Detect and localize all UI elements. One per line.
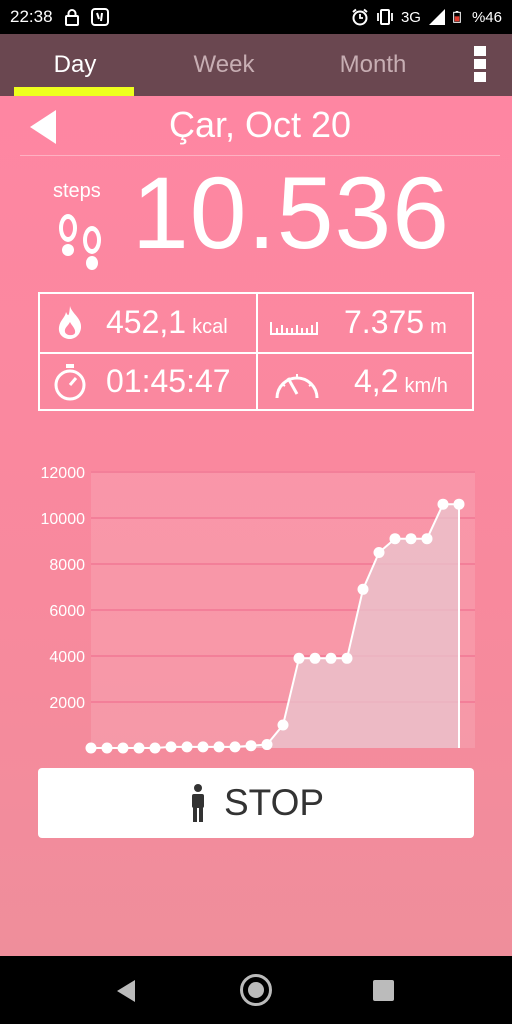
data-point — [421, 533, 433, 545]
data-point — [133, 742, 145, 754]
data-point — [261, 739, 273, 751]
data-point — [341, 652, 353, 664]
data-point — [245, 740, 257, 752]
clock: 22:38 — [10, 7, 53, 26]
app-notification-icon — [90, 8, 109, 26]
stopwatch-icon — [54, 364, 86, 401]
network-type: 3G — [400, 8, 421, 26]
speedometer-icon — [275, 374, 319, 399]
data-point — [453, 498, 465, 510]
data-point — [117, 742, 129, 754]
steps-count: 10.536 — [132, 156, 450, 270]
date-row: Çar, Oct 20 — [20, 96, 500, 156]
data-point — [293, 652, 305, 664]
stop-button-label: STOP — [223, 782, 325, 823]
y-tick-label: 4000 — [49, 649, 85, 666]
walking-person-icon — [191, 784, 204, 822]
flame-icon — [58, 306, 82, 339]
data-point — [165, 741, 177, 753]
navigation-bar — [0, 956, 512, 1024]
data-point — [357, 583, 369, 595]
data-point — [373, 547, 385, 558]
footprints-icon — [59, 214, 101, 270]
tab-day[interactable]: Day — [0, 34, 150, 96]
stop-button[interactable]: STOP — [38, 768, 474, 838]
y-tick-label: 2000 — [49, 695, 85, 712]
battery-icon — [453, 11, 461, 23]
lock-icon — [64, 9, 79, 26]
back-icon[interactable] — [117, 980, 135, 1002]
overflow-menu-icon[interactable] — [474, 46, 488, 82]
alarm-icon — [352, 8, 368, 26]
vibrate-icon — [377, 9, 393, 25]
steps-label: steps — [53, 180, 101, 202]
status-bar: 22:38 3G %46 — [0, 0, 512, 34]
tab-week[interactable]: Week — [150, 34, 298, 96]
signal-icon — [428, 9, 445, 25]
data-point — [181, 741, 193, 753]
y-tick-label: 6000 — [49, 603, 85, 620]
hourly-steps-chart: 2000400060008000100001200024681012141618… — [41, 465, 475, 754]
data-point — [405, 533, 417, 545]
recent-apps-icon[interactable] — [373, 980, 394, 1001]
data-point — [213, 741, 225, 753]
stats-grid: 452,1 kcal 7.375 m 01:45:47 4,2 km/h — [38, 292, 474, 411]
data-point — [309, 652, 321, 664]
battery-level: %46 — [471, 8, 502, 26]
speed-stat: 4,2 km/h — [354, 363, 448, 399]
period-tabs: Day Week Month — [0, 34, 512, 96]
data-point — [85, 742, 97, 754]
y-tick-label: 10000 — [41, 511, 86, 528]
distance-stat: 7.375 m — [344, 304, 447, 340]
date-title: Çar, Oct 20 — [168, 104, 352, 145]
home-icon[interactable] — [240, 974, 272, 1006]
data-point — [389, 533, 401, 545]
data-point — [101, 742, 113, 754]
data-point — [437, 498, 449, 510]
ruler-icon — [270, 322, 318, 335]
calories-stat: 452,1 kcal — [106, 304, 228, 340]
data-point — [149, 742, 161, 754]
duration-stat: 01:45:47 — [106, 363, 231, 399]
data-point — [325, 652, 337, 664]
tab-month[interactable]: Month — [298, 34, 448, 96]
y-tick-label: 8000 — [49, 557, 85, 574]
y-tick-label: 12000 — [41, 465, 86, 482]
data-point — [197, 741, 209, 753]
app-screen: Day Week Month Çar, Oct 20 steps 10.536 … — [0, 34, 512, 956]
data-point — [277, 719, 289, 731]
data-point — [229, 741, 241, 753]
